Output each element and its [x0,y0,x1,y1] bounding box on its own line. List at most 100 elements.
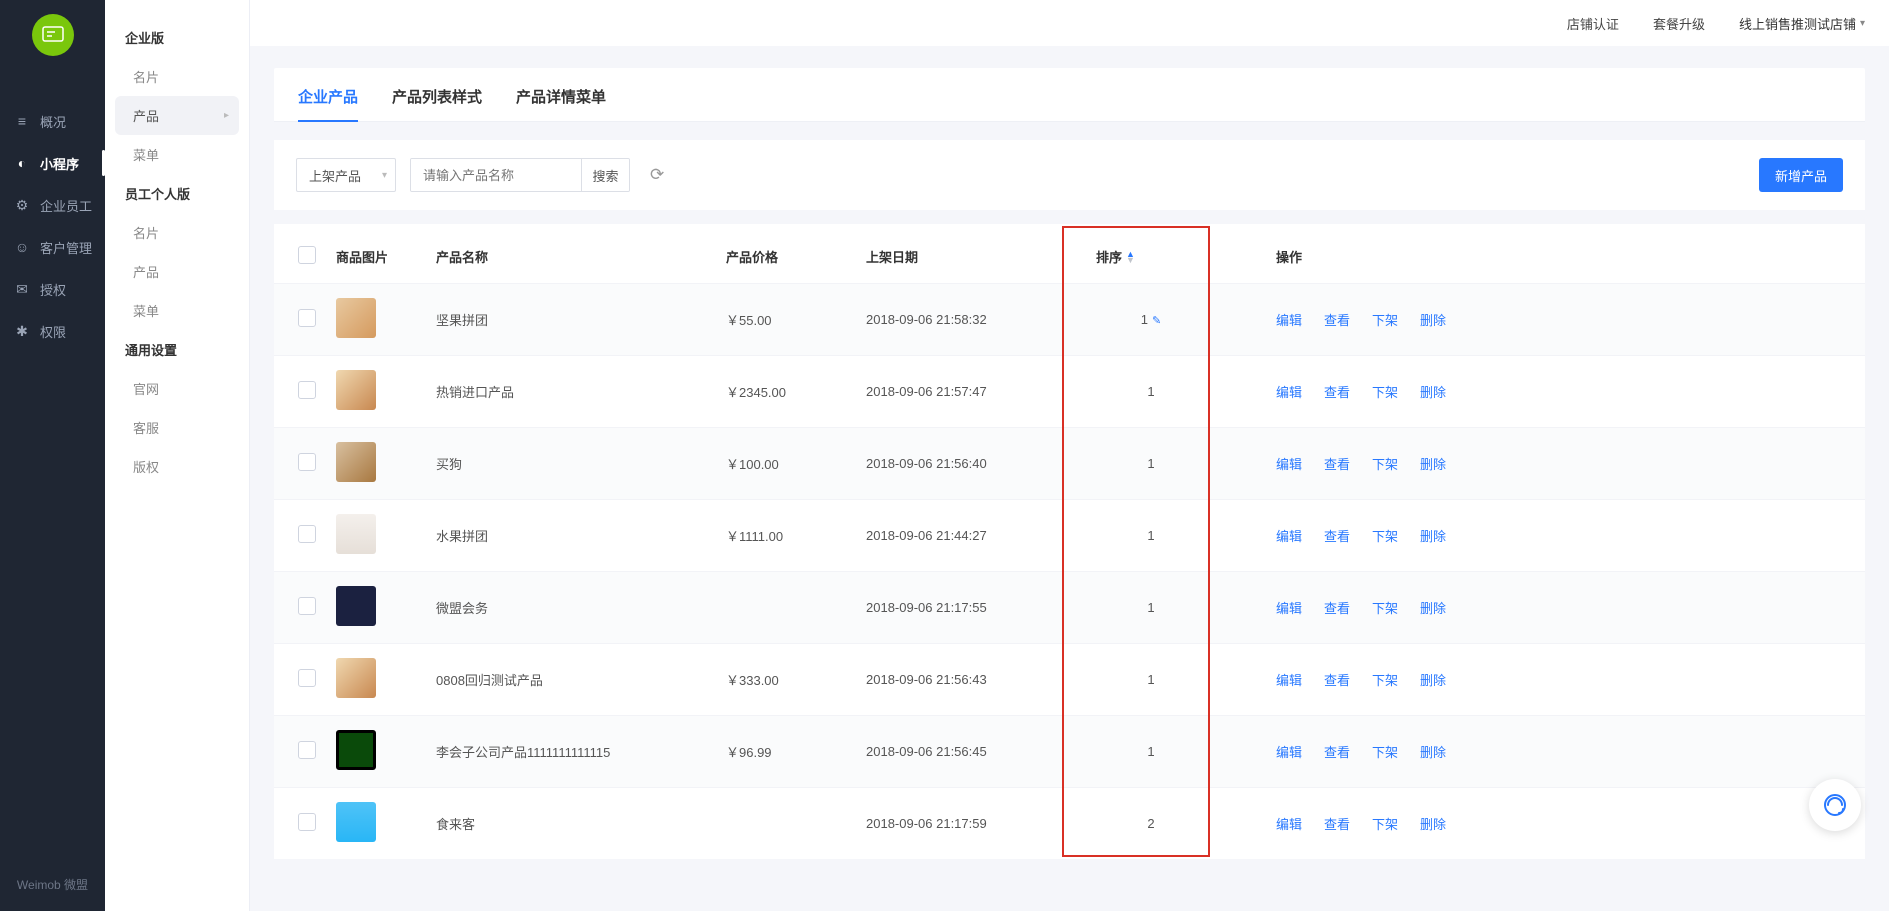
action-edit[interactable]: 编辑 [1276,457,1302,472]
action-off[interactable]: 下架 [1372,385,1398,400]
search-input[interactable] [411,159,581,191]
action-view[interactable]: 查看 [1324,457,1350,472]
plan-upgrade-link[interactable]: 套餐升级 [1653,14,1705,33]
product-thumbnail [336,730,376,770]
refresh-icon[interactable]: ⟳ [650,165,664,185]
product-thumbnail [336,658,376,698]
secondary-nav-item[interactable]: 名片 [105,57,249,96]
chevron-right-icon: ▸ [224,110,229,121]
row-checkbox[interactable] [298,597,316,615]
action-delete[interactable]: 删除 [1420,529,1446,544]
row-checkbox[interactable] [298,525,316,543]
select-all-checkbox[interactable] [298,246,316,264]
action-delete[interactable]: 删除 [1420,601,1446,616]
row-checkbox[interactable] [298,741,316,759]
action-edit[interactable]: 编辑 [1276,385,1302,400]
secondary-nav-item[interactable]: 官网 [105,369,249,408]
cell-sort: 1 [1086,428,1216,500]
action-off[interactable]: 下架 [1372,817,1398,832]
action-delete[interactable]: 删除 [1420,313,1446,328]
secondary-nav-label: 菜单 [133,301,159,320]
tab[interactable]: 企业产品 [298,86,358,121]
add-product-button[interactable]: 新增产品 [1759,158,1843,192]
action-off[interactable]: 下架 [1372,457,1398,472]
action-delete[interactable]: 删除 [1420,673,1446,688]
brand-footer: Weimob 微盟 [0,858,105,911]
filter-bar: 上架产品 ▾ 搜索 ⟳ 新增产品 [274,140,1865,210]
row-checkbox[interactable] [298,813,316,831]
row-checkbox[interactable] [298,453,316,471]
action-off[interactable]: 下架 [1372,745,1398,760]
secondary-nav-item[interactable]: 客服 [105,408,249,447]
cell-price [716,572,856,644]
action-edit[interactable]: 编辑 [1276,745,1302,760]
cell-price: ￥96.99 [716,716,856,788]
nav-label: 权限 [40,322,66,341]
row-checkbox[interactable] [298,309,316,327]
row-checkbox[interactable] [298,669,316,687]
action-edit[interactable]: 编辑 [1276,673,1302,688]
action-edit[interactable]: 编辑 [1276,529,1302,544]
action-view[interactable]: 查看 [1324,313,1350,328]
status-select[interactable]: 上架产品 ▾ [296,158,396,192]
action-edit[interactable]: 编辑 [1276,601,1302,616]
action-delete[interactable]: 删除 [1420,457,1446,472]
store-cert-link[interactable]: 店铺认证 [1567,14,1619,33]
edit-sort-icon[interactable]: ✎ [1152,315,1161,327]
tab[interactable]: 产品详情菜单 [516,86,606,121]
secondary-nav-label: 产品 [133,106,159,125]
action-edit[interactable]: 编辑 [1276,817,1302,832]
primary-nav-item[interactable]: ≡概况 [0,100,105,142]
action-delete[interactable]: 删除 [1420,385,1446,400]
th-sort[interactable]: 排序 ▲▼ [1086,230,1216,284]
action-view[interactable]: 查看 [1324,817,1350,832]
cell-name: 微盟会务 [426,572,716,644]
secondary-nav-label: 菜单 [133,145,159,164]
cell-sort: 2 [1086,788,1216,860]
primary-nav-item[interactable]: ✱权限 [0,310,105,352]
tabs-card: 企业产品产品列表样式产品详情菜单 [274,68,1865,122]
secondary-nav-item[interactable]: 菜单 [105,135,249,174]
action-off[interactable]: 下架 [1372,313,1398,328]
action-off[interactable]: 下架 [1372,601,1398,616]
secondary-nav-item[interactable]: 名片 [105,213,249,252]
cell-price: ￥1111.00 [716,500,856,572]
table-row: 水果拼团￥1111.002018-09-06 21:44:271编辑查看下架删除 [274,500,1865,572]
primary-nav-item[interactable]: ☺客户管理 [0,226,105,268]
action-view[interactable]: 查看 [1324,385,1350,400]
cell-name: 坚果拼团 [426,284,716,356]
support-float-button[interactable] [1809,779,1861,831]
action-delete[interactable]: 删除 [1420,745,1446,760]
nav-icon: ☺ [12,239,32,255]
product-thumbnail [336,298,376,338]
primary-nav-item[interactable]: ◐小程序 [0,142,105,184]
product-thumbnail [336,514,376,554]
primary-nav-item[interactable]: ⚙企业员工 [0,184,105,226]
sort-arrows-icon: ▲▼ [1126,251,1135,263]
secondary-nav-label: 名片 [133,67,159,86]
action-delete[interactable]: 删除 [1420,817,1446,832]
tab[interactable]: 产品列表样式 [392,86,482,121]
action-edit[interactable]: 编辑 [1276,313,1302,328]
row-checkbox[interactable] [298,381,316,399]
secondary-nav-item[interactable]: 版权 [105,447,249,486]
search-button[interactable]: 搜索 [581,159,629,191]
action-view[interactable]: 查看 [1324,745,1350,760]
action-view[interactable]: 查看 [1324,529,1350,544]
cell-sort: 1 [1086,356,1216,428]
cell-date: 2018-09-06 21:58:32 [856,284,1086,356]
action-off[interactable]: 下架 [1372,673,1398,688]
nav-label: 企业员工 [40,196,92,215]
cell-name: 食来客 [426,788,716,860]
secondary-nav-item[interactable]: 菜单 [105,291,249,330]
action-view[interactable]: 查看 [1324,673,1350,688]
secondary-nav-item[interactable]: 产品 [105,252,249,291]
cell-date: 2018-09-06 21:56:43 [856,644,1086,716]
product-table: 商品图片 产品名称 产品价格 上架日期 排序 ▲▼ 操作 [274,230,1865,859]
primary-nav-item[interactable]: ✉授权 [0,268,105,310]
action-view[interactable]: 查看 [1324,601,1350,616]
secondary-nav: 企业版名片产品▸菜单员工个人版名片产品菜单通用设置官网客服版权 [105,0,250,911]
secondary-nav-item[interactable]: 产品 ▸ [115,96,239,135]
action-off[interactable]: 下架 [1372,529,1398,544]
store-switcher[interactable]: 线上销售推测试店铺 ▾ [1739,14,1865,33]
